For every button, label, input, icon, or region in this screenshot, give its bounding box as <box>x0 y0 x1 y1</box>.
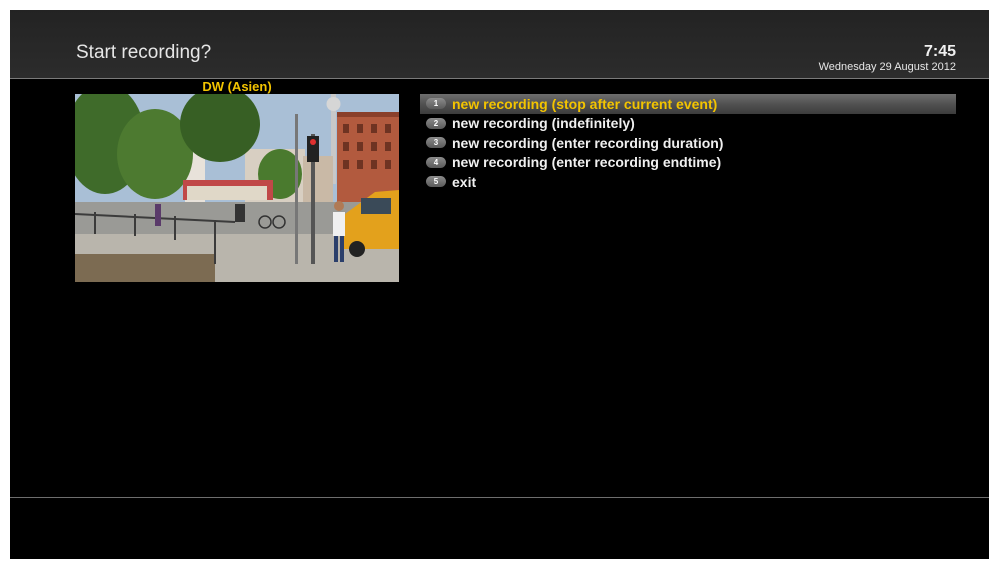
menu-item-label: new recording (indefinitely) <box>452 115 635 132</box>
number-key-icon: 3 <box>426 137 446 149</box>
number-key-icon: 5 <box>426 176 446 188</box>
menu-item-5[interactable]: 5 exit <box>420 172 956 192</box>
menu-item-label: exit <box>452 173 477 190</box>
number-key-icon: 1 <box>426 98 446 110</box>
menu-item-3[interactable]: 3 new recording (enter recording duration… <box>420 133 956 153</box>
menu-item-1[interactable]: 1 new recording (stop after current event… <box>420 94 956 114</box>
recording-options-list: 1 new recording (stop after current event… <box>420 94 956 192</box>
date-label: Wednesday 29 August 2012 <box>818 61 956 73</box>
menu-item-2[interactable]: 2 new recording (indefinitely) <box>420 114 956 134</box>
number-key-icon: 4 <box>426 156 446 168</box>
footer-bar <box>10 498 989 559</box>
clock: 7:45 <box>923 43 956 60</box>
number-key-icon: 2 <box>426 117 446 129</box>
tv-screen: Start recording? 7:45 Wednesday 29 Augus… <box>10 10 989 559</box>
dialog-title: Start recording? <box>76 42 212 63</box>
menu-item-label: new recording (stop after current event) <box>452 95 718 112</box>
menu-item-label: new recording (enter recording endtime) <box>452 154 722 171</box>
menu-item-4[interactable]: 4 new recording (enter recording endtime) <box>420 153 956 173</box>
video-preview <box>75 94 399 282</box>
channel-name: DW (Asien) <box>202 79 272 94</box>
header-bar: Start recording? 7:45 Wednesday 29 Augus… <box>10 10 989 79</box>
menu-item-label: new recording (enter recording duration) <box>452 134 724 151</box>
